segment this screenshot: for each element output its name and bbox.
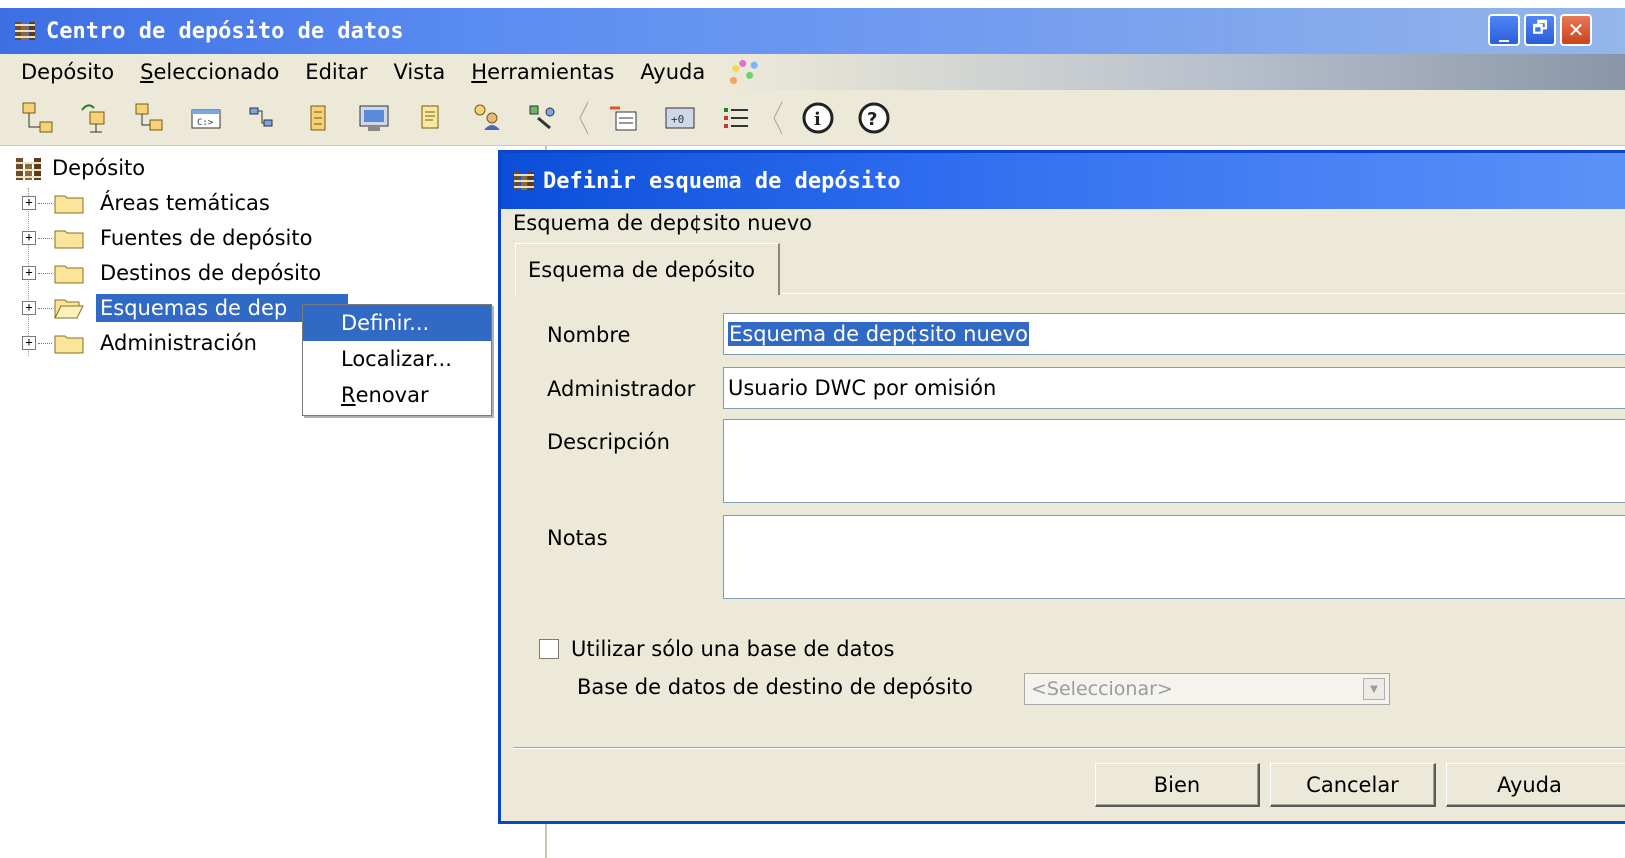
tree-view-icon[interactable] (18, 98, 58, 138)
notes-label: Notas (547, 526, 608, 550)
menu-editar[interactable]: Editar (305, 60, 367, 84)
tree-root-label: Depósito (52, 156, 146, 180)
target-database-placeholder: <Seleccionar> (1031, 678, 1173, 700)
process-icon[interactable] (242, 98, 282, 138)
tree-item-label: Fuentes de depósito (100, 226, 313, 250)
activity-indicator-icon (722, 55, 769, 89)
navigation-tree: Depósito + Áreas temáticas + Fuentes de … (0, 146, 500, 858)
users-icon[interactable] (466, 98, 506, 138)
folder-icon (54, 195, 84, 214)
name-field[interactable]: Esquema de dep¢sito nuevo (723, 313, 1625, 355)
single-database-option[interactable]: Utilizar sólo una base de datos (539, 637, 895, 661)
help-button[interactable]: Ayuda (1446, 763, 1625, 807)
toolbar: C:> +0 i ? (0, 90, 1625, 146)
list-icon[interactable] (716, 98, 756, 138)
tab-panel-border (781, 293, 1625, 294)
warehouse-app-icon (514, 172, 534, 190)
help-icon[interactable]: ? (854, 98, 894, 138)
ok-button[interactable]: Bien (1095, 763, 1260, 807)
tree-item-esquemas[interactable]: + Esquemas de dep (22, 291, 348, 325)
administrator-field[interactable]: Usuario DWC por omisión (723, 367, 1625, 409)
svg-text:C:>: C:> (197, 118, 214, 128)
expand-icon[interactable]: + (22, 336, 36, 350)
restore-icon: 🗗 (1532, 17, 1548, 37)
toolbar-separator (578, 98, 590, 138)
expand-icon[interactable]: + (22, 196, 36, 210)
targets-icon[interactable] (130, 98, 170, 138)
tree-item-label: Áreas temáticas (100, 191, 270, 215)
define-schema-dialog: Definir esquema de depósito Esquema de d… (498, 150, 1625, 824)
context-menu-localizar[interactable]: Localizar... (303, 341, 491, 377)
administrator-field-value: Usuario DWC por omisión (728, 376, 997, 400)
tree-item-destinos[interactable]: + Destinos de depósito (22, 256, 325, 290)
menu-deposito[interactable]: Depósito (21, 60, 114, 84)
target-database-select[interactable]: <Seleccionar> ▼ (1024, 673, 1390, 705)
expand-icon[interactable]: + (22, 301, 36, 315)
main-title-bar[interactable]: Centro de depósito de datos _ 🗗 ✕ (0, 8, 1625, 54)
button-area-separator (513, 747, 1625, 749)
database-icon[interactable] (298, 98, 338, 138)
minimize-icon: _ (1499, 18, 1509, 42)
info-icon[interactable]: i (798, 98, 838, 138)
context-menu-definir[interactable]: Definir... (303, 305, 491, 341)
administrator-label: Administrador (547, 377, 696, 401)
sources-icon[interactable] (74, 98, 114, 138)
minimize-button[interactable]: _ (1488, 14, 1520, 46)
context-menu-renovar[interactable]: Renovar (303, 377, 491, 413)
menu-seleccionado[interactable]: Seleccionado (140, 60, 279, 84)
svg-text:?: ? (867, 109, 877, 130)
notes-field[interactable] (723, 515, 1625, 599)
notes-icon[interactable] (410, 98, 450, 138)
folder-icon (54, 230, 84, 249)
svg-text:i: i (814, 109, 821, 130)
name-field-value: Esquema de dep¢sito nuevo (728, 322, 1029, 346)
menu-herramientas[interactable]: Herramientas (471, 60, 614, 84)
cancel-button-label: Cancelar (1306, 772, 1399, 797)
dialog-title-bar[interactable]: Definir esquema de depósito (501, 153, 1625, 209)
tree-item-fuentes[interactable]: + Fuentes de depósito (22, 221, 316, 255)
folder-icon (54, 335, 84, 354)
window-title: Centro de depósito de datos (46, 18, 404, 44)
svg-text:+0: +0 (671, 113, 684, 126)
tree-root-deposito[interactable]: Depósito (14, 154, 145, 182)
dialog-title: Definir esquema de depósito (543, 168, 901, 194)
tree-item-label: Administración (100, 331, 257, 355)
tab-esquema-deposito[interactable]: Esquema de depósito (515, 243, 780, 295)
single-database-checkbox[interactable] (539, 639, 559, 659)
chevron-down-icon[interactable]: ▼ (1363, 678, 1385, 700)
menu-bar: Depósito Seleccionado Editar Vista Herra… (0, 54, 1625, 90)
cancel-button[interactable]: Cancelar (1270, 763, 1436, 807)
open-folder-icon (54, 299, 84, 319)
close-button[interactable]: ✕ (1560, 14, 1592, 46)
menu-vista[interactable]: Vista (393, 60, 445, 84)
expand-icon[interactable]: + (22, 266, 36, 280)
tree-item-label: Destinos de depósito (100, 261, 322, 285)
transform-icon[interactable]: +0 (660, 98, 700, 138)
target-database-label: Base de datos de destino de depósito (577, 675, 973, 699)
agents-icon[interactable] (522, 98, 562, 138)
monitor-icon[interactable] (354, 98, 394, 138)
description-field[interactable] (723, 419, 1625, 503)
dialog-subtitle: Esquema de dep¢sito nuevo (513, 211, 812, 235)
tab-label: Esquema de depósito (528, 257, 755, 282)
ok-button-label: Bien (1153, 772, 1201, 797)
warehouse-icon (16, 158, 41, 180)
menu-ayuda[interactable]: Ayuda (640, 60, 705, 84)
expand-icon[interactable]: + (22, 231, 36, 245)
help-button-label: Ayuda (1497, 772, 1562, 797)
send-message-icon[interactable] (604, 98, 644, 138)
name-label: Nombre (547, 323, 631, 347)
command-prompt-icon[interactable]: C:> (186, 98, 226, 138)
tree-item-administracion[interactable]: + Administración (22, 326, 261, 360)
close-icon: ✕ (1567, 18, 1585, 42)
single-database-label: Utilizar sólo una base de datos (571, 637, 895, 661)
maximize-button[interactable]: 🗗 (1524, 14, 1556, 46)
tree-item-areas-tematicas[interactable]: + Áreas temáticas (22, 186, 274, 220)
description-label: Descripción (547, 430, 670, 454)
context-menu: Definir... Localizar... Renovar (302, 304, 492, 416)
folder-icon (54, 265, 84, 284)
warehouse-app-icon (15, 22, 35, 40)
toolbar-separator-2 (772, 98, 784, 138)
